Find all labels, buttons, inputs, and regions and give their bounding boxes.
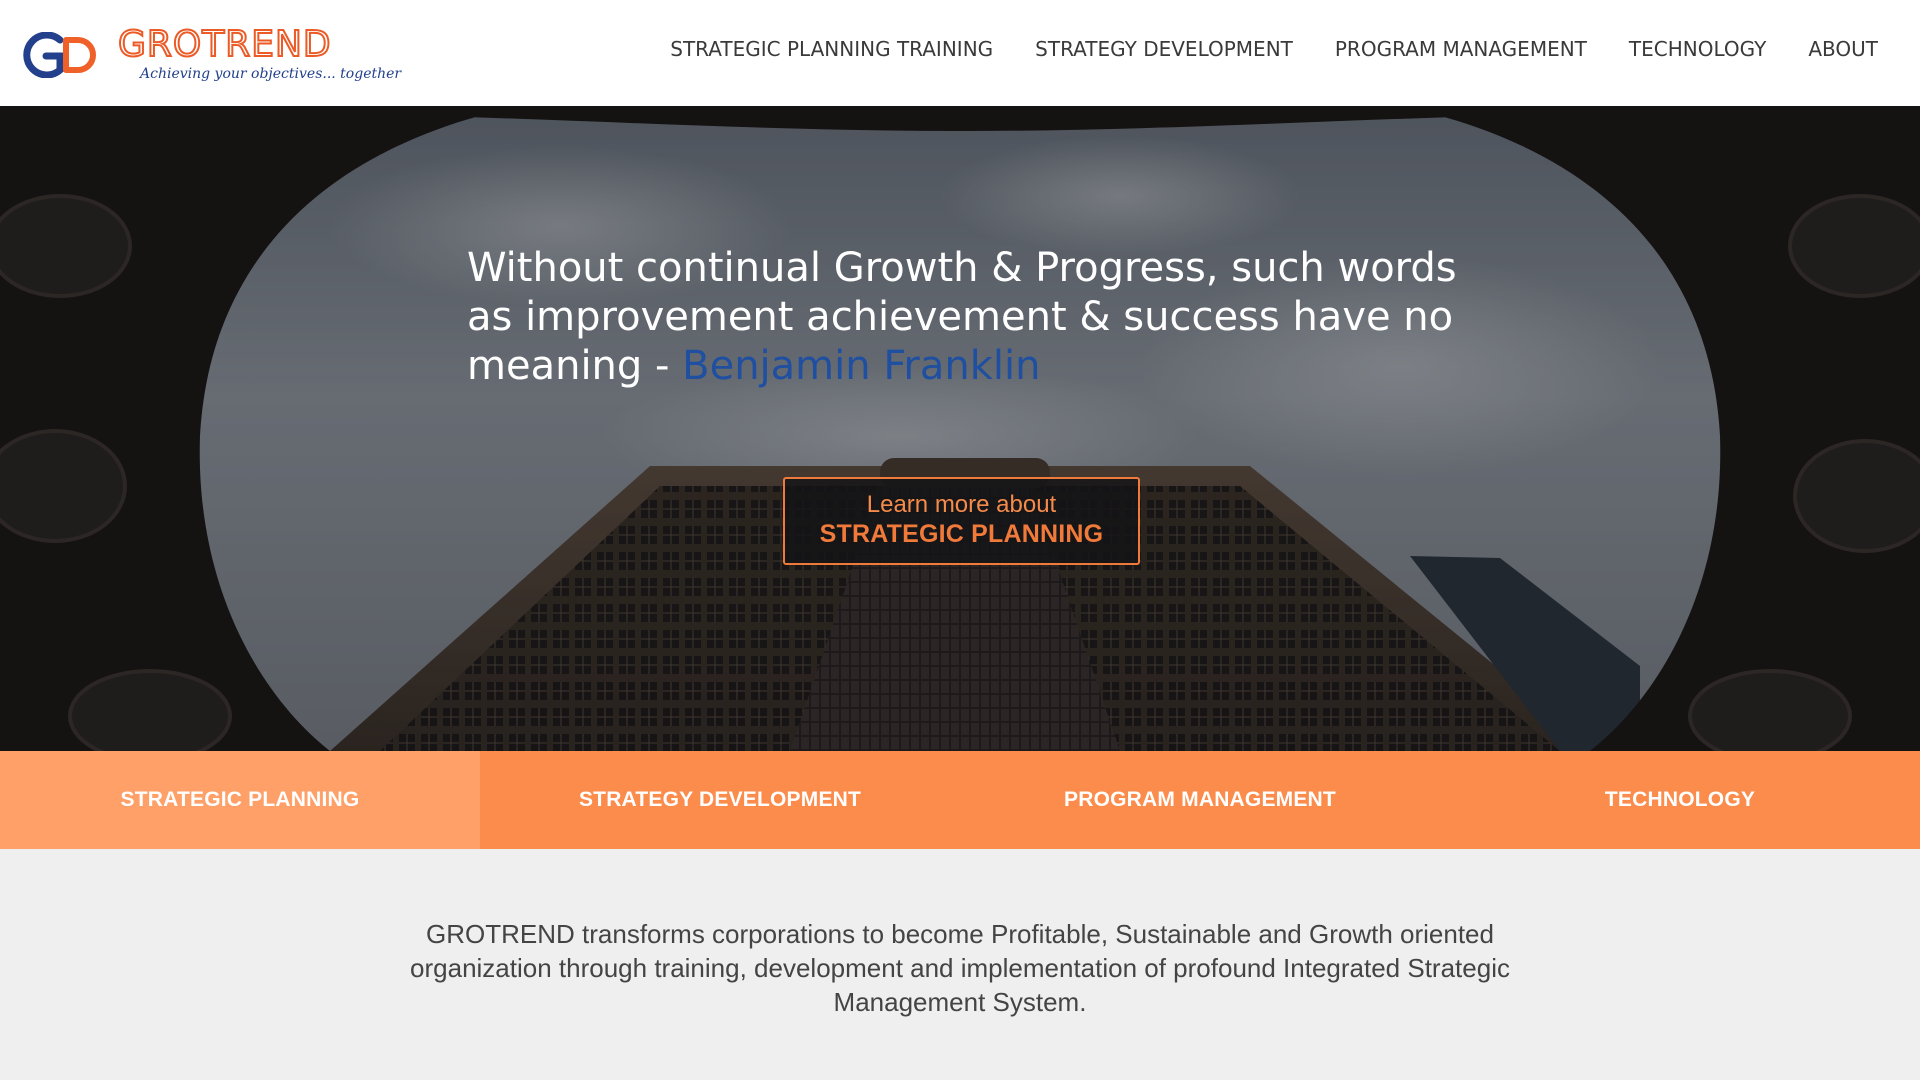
grotrend-logo[interactable]: GROTREND Achieving your objectives... to… bbox=[22, 23, 401, 86]
hero-banner: Without continual Growth & Progress, suc… bbox=[0, 106, 1920, 751]
cta-line2: STRATEGIC PLANNING bbox=[819, 520, 1104, 548]
nav-strategic-planning-training[interactable]: STRATEGIC PLANNING TRAINING bbox=[670, 36, 993, 62]
nav-technology[interactable]: TECHNOLOGY bbox=[1629, 36, 1766, 62]
nav-about[interactable]: ABOUT bbox=[1808, 36, 1878, 62]
cta-line1: Learn more about bbox=[866, 491, 1057, 518]
service-tab-strategic-planning[interactable]: STRATEGIC PLANNING bbox=[0, 751, 480, 849]
nav-strategy-development[interactable]: STRATEGY DEVELOPMENT bbox=[1035, 36, 1293, 62]
main-nav: STRATEGIC PLANNING TRAINING STRATEGY DEV… bbox=[628, 36, 1878, 62]
services-bar: STRATEGIC PLANNING STRATEGY DEVELOPMENT … bbox=[0, 751, 1920, 849]
nav-program-management[interactable]: PROGRAM MANAGEMENT bbox=[1335, 36, 1587, 62]
site-header: GROTREND Achieving your objectives... to… bbox=[0, 0, 1920, 106]
hero-background-image bbox=[0, 106, 1920, 751]
quote-author: Benjamin Franklin bbox=[682, 343, 1041, 389]
service-tab-technology[interactable]: TECHNOLOGY bbox=[1440, 751, 1920, 849]
service-tab-strategy-development[interactable]: STRATEGY DEVELOPMENT bbox=[480, 751, 960, 849]
service-tab-program-management[interactable]: PROGRAM MANAGEMENT bbox=[960, 751, 1440, 849]
brand-tagline: Achieving your objectives... together bbox=[140, 66, 402, 82]
intro-text: GROTREND transforms corporations to beco… bbox=[410, 919, 1510, 1017]
learn-more-strategic-planning-button[interactable]: Learn more about STRATEGIC PLANNING bbox=[783, 477, 1140, 565]
hero-quote: Without continual Growth & Progress, suc… bbox=[467, 244, 1467, 391]
intro-section: GROTREND transforms corporations to beco… bbox=[0, 849, 1920, 1080]
brand-name: GROTREND bbox=[117, 23, 332, 66]
gd-logo-icon bbox=[23, 32, 96, 78]
